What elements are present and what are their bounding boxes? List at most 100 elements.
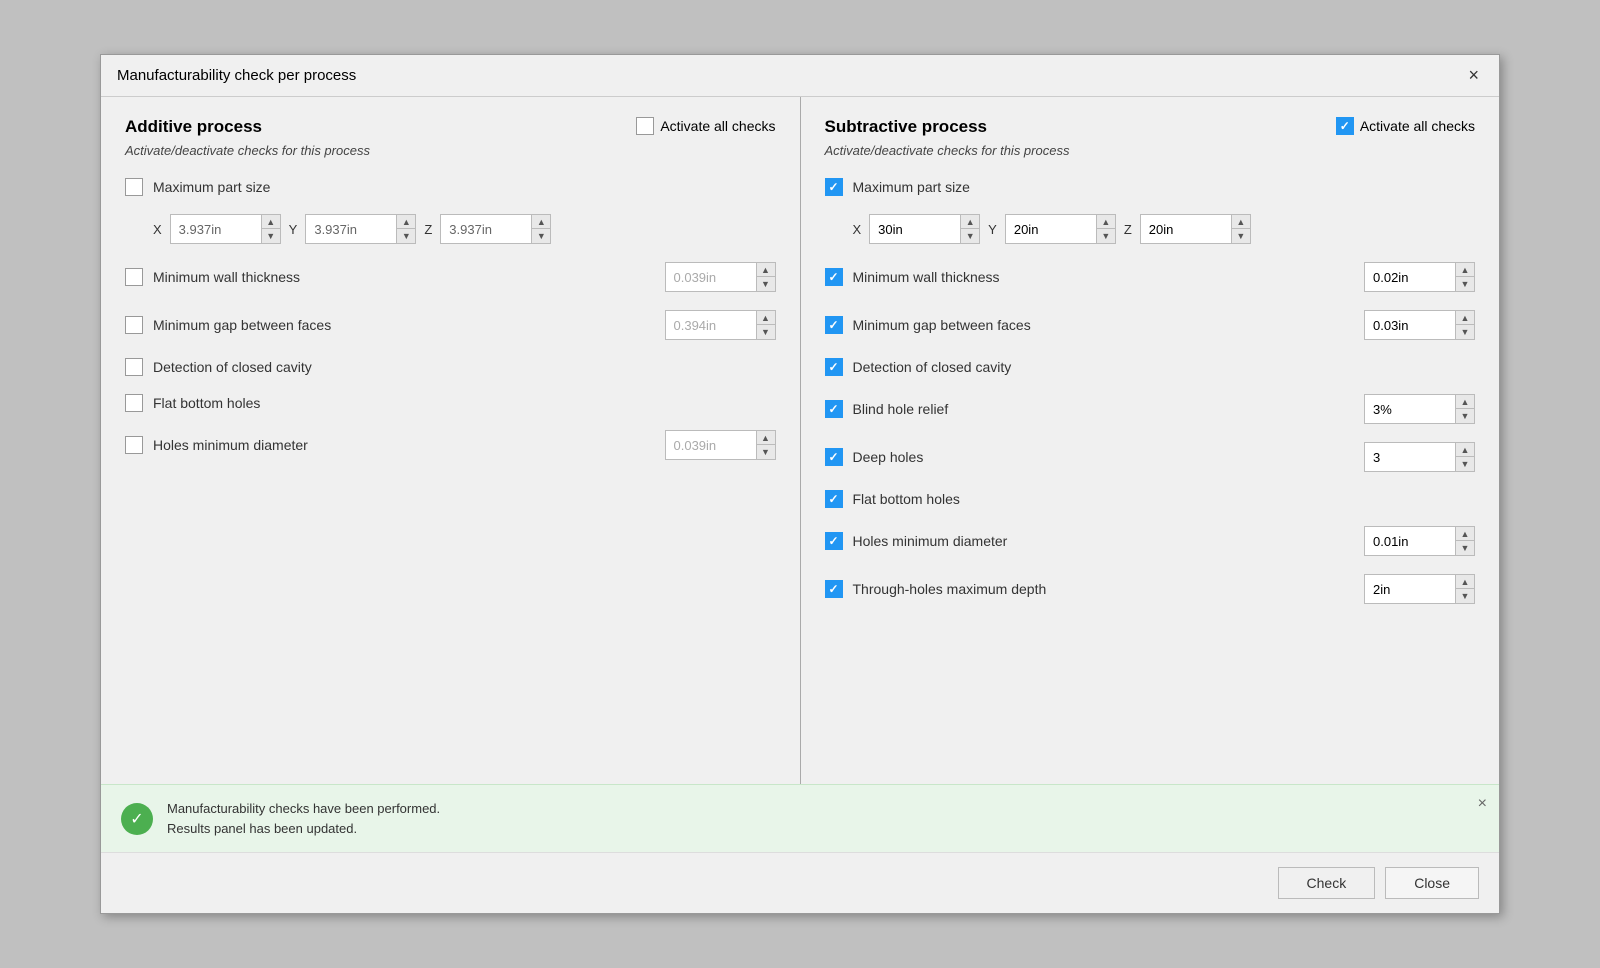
subtractive-x-up[interactable]: ▲: [961, 215, 979, 229]
additive-activate-all-label: Activate all checks: [660, 118, 775, 134]
subtractive-min-gap-checkbox[interactable]: [825, 316, 843, 334]
subtractive-deep-holes-label: Deep holes: [853, 449, 1053, 465]
notification-line2: Results panel has been updated.: [167, 819, 440, 839]
additive-holes-min-diam-label: Holes minimum diameter: [153, 437, 353, 453]
additive-z-down[interactable]: ▼: [532, 229, 550, 243]
notification-close-button[interactable]: ×: [1478, 795, 1487, 813]
additive-min-wall-checkbox[interactable]: [125, 268, 143, 286]
additive-min-gap-row: Minimum gap between faces ▲ ▼: [125, 310, 776, 340]
subtractive-holes-min-diam-checkbox[interactable]: [825, 532, 843, 550]
subtractive-min-wall-up[interactable]: ▲: [1456, 263, 1474, 277]
subtractive-holes-min-diam-up[interactable]: ▲: [1456, 527, 1474, 541]
subtractive-y-down[interactable]: ▼: [1097, 229, 1115, 243]
additive-min-gap-down[interactable]: ▼: [757, 325, 775, 339]
subtractive-deep-holes-input[interactable]: ▲ ▼: [1364, 442, 1475, 472]
subtractive-max-part-size-row: Maximum part size: [825, 178, 1476, 196]
subtractive-min-wall-row: Minimum wall thickness ▲ ▼: [825, 262, 1476, 292]
additive-holes-min-diam-input[interactable]: ▲ ▼: [665, 430, 776, 460]
subtractive-through-holes-input[interactable]: ▲ ▼: [1364, 574, 1475, 604]
subtractive-deep-holes-up[interactable]: ▲: [1456, 443, 1474, 457]
additive-x-input[interactable]: ▲ ▼: [170, 214, 281, 244]
subtractive-x-label: X: [853, 222, 862, 237]
subtractive-activate-all-checkbox[interactable]: [1336, 117, 1354, 135]
subtractive-blind-hole-up[interactable]: ▲: [1456, 395, 1474, 409]
subtractive-z-up[interactable]: ▲: [1232, 215, 1250, 229]
additive-holes-min-diam-down[interactable]: ▼: [757, 445, 775, 459]
close-button[interactable]: Close: [1385, 867, 1479, 899]
additive-flat-bottom-checkbox[interactable]: [125, 394, 143, 412]
footer: Check Close: [101, 852, 1499, 913]
subtractive-flat-bottom-checkbox[interactable]: [825, 490, 843, 508]
subtractive-y-field[interactable]: [1006, 215, 1096, 243]
additive-y-input[interactable]: ▲ ▼: [305, 214, 416, 244]
additive-min-wall-spinners: ▲ ▼: [756, 263, 775, 291]
additive-holes-min-diam-checkbox[interactable]: [125, 436, 143, 454]
subtractive-y-input[interactable]: ▲ ▼: [1005, 214, 1116, 244]
subtractive-max-part-size-checkbox[interactable]: [825, 178, 843, 196]
subtractive-min-wall-field[interactable]: [1365, 263, 1455, 291]
subtractive-z-field[interactable]: [1141, 215, 1231, 243]
additive-y-field[interactable]: [306, 215, 396, 243]
additive-closed-cavity-checkbox[interactable]: [125, 358, 143, 376]
additive-min-wall-input[interactable]: ▲ ▼: [665, 262, 776, 292]
subtractive-blind-hole-checkbox[interactable]: [825, 400, 843, 418]
subtractive-deep-holes-down[interactable]: ▼: [1456, 457, 1474, 471]
subtractive-holes-min-diam-field[interactable]: [1365, 527, 1455, 555]
additive-z-up[interactable]: ▲: [532, 215, 550, 229]
subtractive-holes-min-diam-input[interactable]: ▲ ▼: [1364, 526, 1475, 556]
additive-x-down[interactable]: ▼: [262, 229, 280, 243]
subtractive-min-wall-down[interactable]: ▼: [1456, 277, 1474, 291]
subtractive-holes-min-diam-down[interactable]: ▼: [1456, 541, 1474, 555]
dialog-title: Manufacturability check per process: [117, 67, 356, 84]
additive-min-wall-field[interactable]: [666, 263, 756, 291]
subtractive-min-wall-input[interactable]: ▲ ▼: [1364, 262, 1475, 292]
subtractive-through-holes-up[interactable]: ▲: [1456, 575, 1474, 589]
additive-z-input[interactable]: ▲ ▼: [440, 214, 551, 244]
notification-icon: ✓: [121, 803, 153, 835]
subtractive-deep-holes-checkbox[interactable]: [825, 448, 843, 466]
check-button[interactable]: Check: [1278, 867, 1376, 899]
additive-min-gap-checkbox[interactable]: [125, 316, 143, 334]
subtractive-z-input[interactable]: ▲ ▼: [1140, 214, 1251, 244]
additive-y-down[interactable]: ▼: [397, 229, 415, 243]
subtractive-min-gap-down[interactable]: ▼: [1456, 325, 1474, 339]
additive-min-wall-down[interactable]: ▼: [757, 277, 775, 291]
subtractive-x-down[interactable]: ▼: [961, 229, 979, 243]
additive-y-up[interactable]: ▲: [397, 215, 415, 229]
additive-min-wall-up[interactable]: ▲: [757, 263, 775, 277]
subtractive-z-label: Z: [1124, 222, 1132, 237]
subtractive-through-holes-down[interactable]: ▼: [1456, 589, 1474, 603]
subtractive-holes-min-diam-label: Holes minimum diameter: [853, 533, 1053, 549]
additive-max-part-size-checkbox[interactable]: [125, 178, 143, 196]
additive-min-gap-field[interactable]: [666, 311, 756, 339]
subtractive-blind-hole-field[interactable]: [1365, 395, 1455, 423]
subtractive-min-gap-field[interactable]: [1365, 311, 1455, 339]
additive-z-field[interactable]: [441, 215, 531, 243]
subtractive-min-wall-checkbox[interactable]: [825, 268, 843, 286]
additive-min-gap-input[interactable]: ▲ ▼: [665, 310, 776, 340]
subtractive-y-up[interactable]: ▲: [1097, 215, 1115, 229]
subtractive-x-input[interactable]: ▲ ▼: [869, 214, 980, 244]
subtractive-x-field[interactable]: [870, 215, 960, 243]
additive-x-field[interactable]: [171, 215, 261, 243]
subtractive-through-holes-field[interactable]: [1365, 575, 1455, 603]
subtractive-closed-cavity-checkbox[interactable]: [825, 358, 843, 376]
subtractive-min-gap-up[interactable]: ▲: [1456, 311, 1474, 325]
additive-activate-all-checkbox[interactable]: [636, 117, 654, 135]
additive-x-up[interactable]: ▲: [262, 215, 280, 229]
subtractive-blind-hole-input[interactable]: ▲ ▼: [1364, 394, 1475, 424]
subtractive-through-holes-checkbox[interactable]: [825, 580, 843, 598]
additive-holes-min-diam-up[interactable]: ▲: [757, 431, 775, 445]
subtractive-holes-min-diam-spinners: ▲ ▼: [1455, 527, 1474, 555]
additive-min-gap-up[interactable]: ▲: [757, 311, 775, 325]
subtractive-blind-hole-down[interactable]: ▼: [1456, 409, 1474, 423]
subtractive-z-down[interactable]: ▼: [1232, 229, 1250, 243]
additive-panel: Additive process Activate all checks Act…: [101, 97, 801, 784]
additive-flat-bottom-row: Flat bottom holes: [125, 394, 776, 412]
subtractive-min-gap-input[interactable]: ▲ ▼: [1364, 310, 1475, 340]
subtractive-y-spinners: ▲ ▼: [1096, 215, 1115, 243]
additive-holes-min-diam-field[interactable]: [666, 431, 756, 459]
content-area: Additive process Activate all checks Act…: [101, 97, 1499, 784]
subtractive-deep-holes-field[interactable]: [1365, 443, 1455, 471]
title-close-button[interactable]: ×: [1464, 65, 1483, 86]
